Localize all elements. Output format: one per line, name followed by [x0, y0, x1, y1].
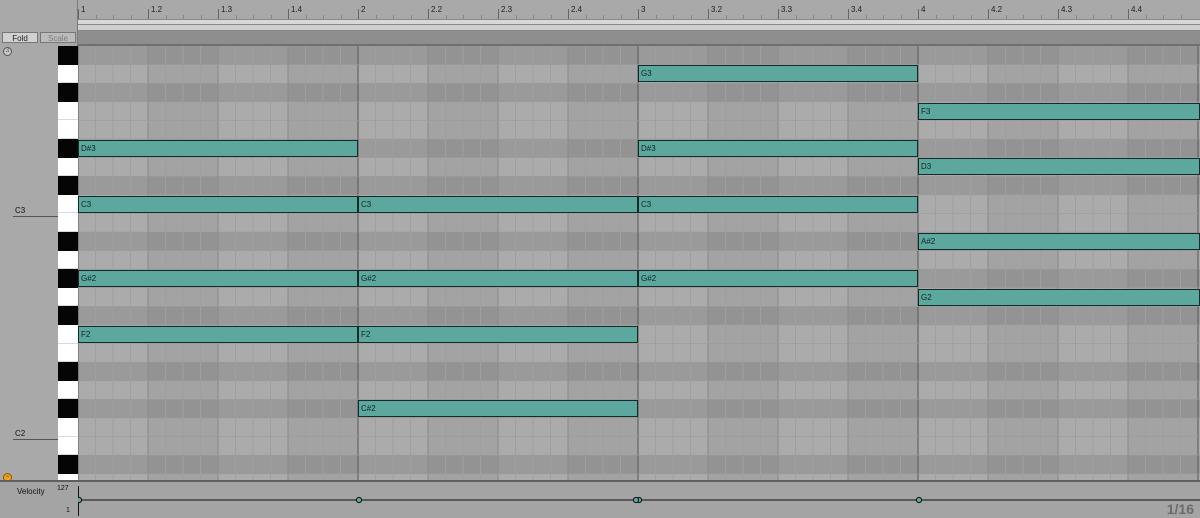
c3-divider — [13, 216, 58, 217]
note-csharp2[interactable]: C#2 — [358, 400, 638, 418]
marker-strip — [78, 31, 1200, 46]
ruler-tick — [288, 9, 289, 19]
ruler-label: 4 — [921, 5, 926, 14]
piano-key-f3[interactable] — [58, 101, 78, 121]
ruler-tick — [358, 9, 359, 19]
left-panel: Fold Scale ♫ − − ▶ C3 C2 — [0, 0, 78, 518]
note-c3[interactable]: C3 — [78, 195, 358, 213]
ruler-label: 3.3 — [781, 5, 793, 14]
velocity-marker — [355, 496, 363, 504]
ruler-tick — [848, 9, 849, 19]
note-f2[interactable]: F2 — [358, 325, 638, 343]
ruler-label: 3.4 — [851, 5, 863, 14]
ruler-tick — [1128, 9, 1129, 19]
ruler-label: 1.3 — [221, 5, 233, 14]
piano-label-c3: C3 — [15, 206, 26, 215]
ruler-label: 1.4 — [291, 5, 303, 14]
velocity-title: Velocity — [17, 487, 45, 496]
ruler-tick — [218, 9, 219, 19]
ruler-tick — [778, 9, 779, 19]
headphones-icon[interactable]: ♫ — [3, 47, 12, 56]
note-gsharp2[interactable]: G#2 — [358, 270, 638, 287]
piano-key-csharp3[interactable] — [58, 176, 78, 195]
note-f3[interactable]: F3 — [918, 102, 1200, 120]
piano-key-csharp2[interactable] — [58, 399, 78, 418]
piano-key-asharp1[interactable] — [58, 455, 78, 474]
ruler-label: 2.4 — [571, 5, 583, 14]
note-gsharp2[interactable]: G#2 — [78, 270, 358, 287]
piano-key-c3[interactable] — [58, 194, 78, 214]
piano-key-d3[interactable] — [58, 157, 78, 177]
scale-button[interactable]: Scale — [40, 32, 76, 43]
ruler-tick — [148, 9, 149, 19]
piano-key-d2[interactable] — [58, 380, 78, 400]
piano-key-fsharp3[interactable] — [58, 83, 78, 102]
note-grid[interactable]: G3 F3 D#3 D#3 D3 C3 C3 C3 A#2 G#2 G#2 G#2 G2 F2 F2 C#2 — [78, 46, 1200, 480]
midi-clip-editor: Fold Scale ♫ − − ▶ C3 C2 1 1.2 1.3 1.4 2 2.2 2… — [0, 0, 1200, 518]
note-g2[interactable]: G2 — [918, 288, 1200, 306]
piano-key-b2[interactable] — [58, 213, 78, 232]
note-c3[interactable]: C3 — [638, 195, 918, 213]
ruler-label: 2 — [361, 5, 366, 14]
piano-key-f2[interactable] — [58, 325, 78, 344]
ruler-tick — [1058, 9, 1059, 19]
ruler-label: 3 — [641, 5, 646, 14]
ruler-tick — [568, 9, 569, 19]
velocity-min-label: 1 — [66, 507, 70, 514]
note-c3[interactable]: C3 — [358, 195, 638, 213]
ruler-label: 4.4 — [1131, 5, 1143, 14]
note-dsharp3[interactable]: D#3 — [638, 139, 918, 157]
ruler-tick — [78, 9, 79, 19]
ruler-tick — [918, 9, 919, 19]
piano-key-c2[interactable] — [58, 418, 78, 437]
ruler-tick — [988, 9, 989, 19]
note-d3[interactable]: D3 — [918, 158, 1200, 176]
ruler-label: 3.2 — [711, 5, 723, 14]
ruler-label: 1.2 — [151, 5, 163, 14]
fold-button[interactable]: Fold — [2, 32, 38, 43]
piano-key-gsharp3[interactable] — [58, 46, 78, 65]
ruler-label: 4.3 — [1061, 5, 1073, 14]
piano-key-e3[interactable] — [58, 120, 78, 139]
velocity-marker — [915, 496, 923, 504]
beat-markers: 1 1.2 1.3 1.4 2 2.2 2.3 2.4 3 3.2 3.3 3.4 4 4.2 4.3 4.4 — [78, 0, 1200, 19]
velocity-max-label: 127 — [57, 485, 69, 492]
velocity-lane: Velocity 127 1 1/16 — [0, 480, 1200, 518]
velocity-markers[interactable] — [78, 484, 1200, 518]
ruler-tick — [498, 9, 499, 19]
ruler-label: 4.2 — [991, 5, 1003, 14]
piano-key-dsharp2[interactable] — [58, 362, 78, 381]
ruler-label: 2.2 — [431, 5, 443, 14]
piano-label-c2: C2 — [15, 429, 26, 438]
timeline-ruler[interactable]: 1 1.2 1.3 1.4 2 2.2 2.3 2.4 3 3.2 3.3 3.4 4 4.2 4.3 4.4 — [78, 0, 1200, 46]
ruler-label: 2.3 — [501, 5, 513, 14]
piano-key-a2[interactable] — [58, 250, 78, 270]
piano-key-g3[interactable] — [58, 64, 78, 84]
ruler-tick — [638, 9, 639, 19]
velocity-marker — [632, 496, 640, 504]
piano-key-g2[interactable] — [58, 287, 78, 307]
note-dsharp3[interactable]: D#3 — [78, 139, 358, 157]
piano-key-dsharp3[interactable] — [58, 139, 78, 158]
piano-key-e2[interactable] — [58, 343, 78, 363]
c2-divider — [13, 439, 58, 440]
velocity-marker — [78, 496, 83, 504]
piano-key-fsharp2[interactable] — [58, 306, 78, 325]
piano-keyboard[interactable] — [58, 46, 78, 493]
piano-roll-labels: C3 C2 — [13, 46, 58, 480]
grid-quantization-label[interactable]: 1/16 — [1167, 501, 1194, 517]
piano-key-asharp2[interactable] — [58, 232, 78, 251]
ruler-tick — [428, 9, 429, 19]
note-asharp2[interactable]: A#2 — [918, 232, 1200, 250]
piano-key-b1[interactable] — [58, 436, 78, 456]
note-f2[interactable]: F2 — [78, 325, 358, 343]
note-gsharp2[interactable]: G#2 — [638, 270, 918, 287]
ruler-label: 1 — [81, 5, 86, 14]
piano-key-gsharp2[interactable] — [58, 269, 78, 288]
ruler-tick — [708, 9, 709, 19]
note-g3[interactable]: G3 — [638, 65, 918, 83]
